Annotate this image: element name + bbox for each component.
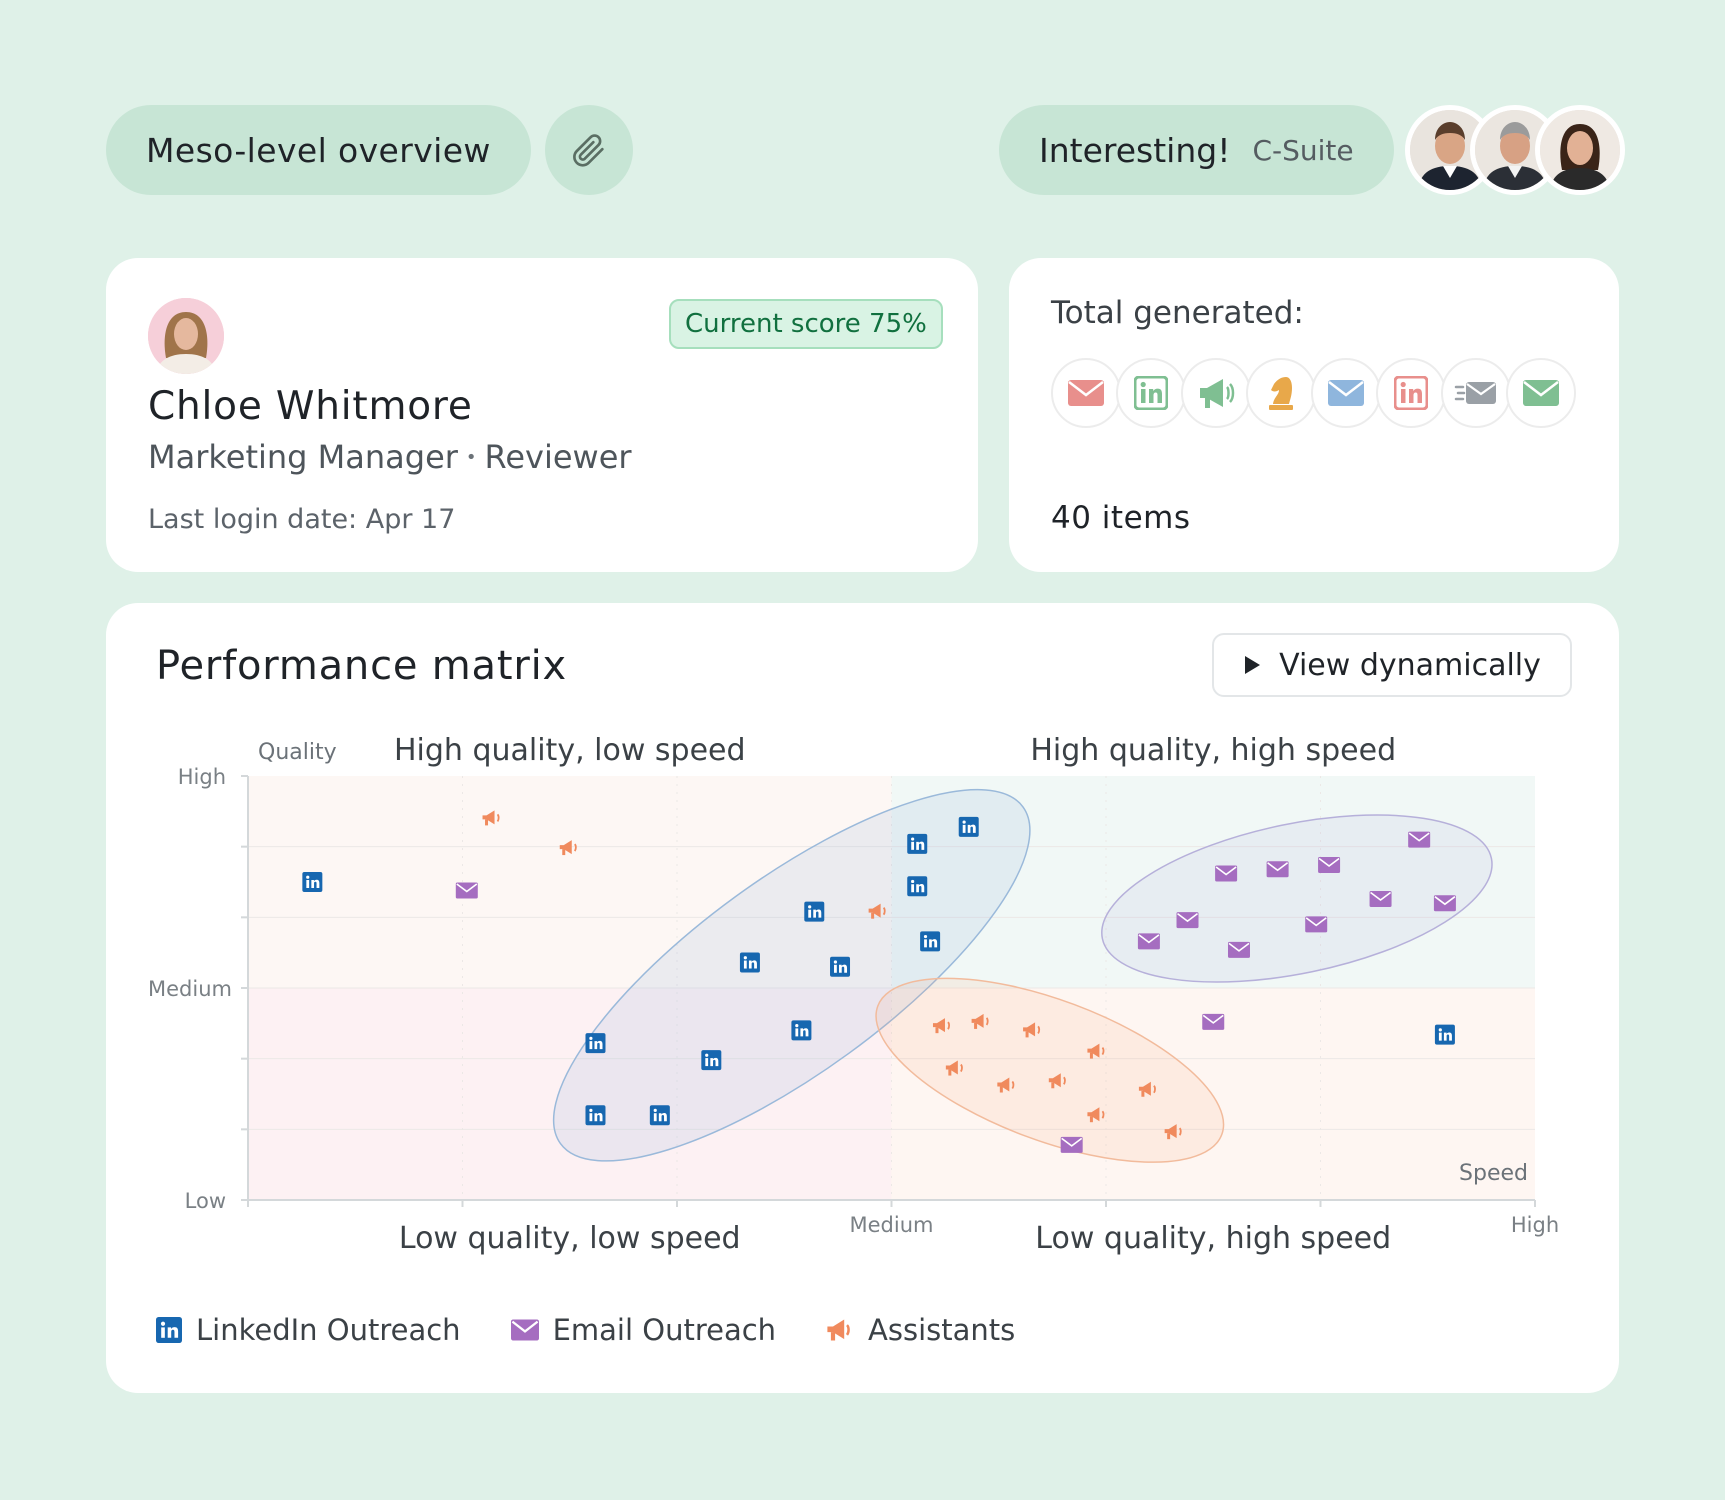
email-marker [1433,895,1456,912]
total-label: Total generated: [1051,295,1304,331]
legend-label: Assistants [868,1313,1016,1347]
linkedin-marker [907,876,928,897]
segment-label: C-Suite [1252,133,1354,167]
y-tick-label: High [178,765,226,789]
linkedin-marker [739,952,760,973]
email-marker [1202,1013,1225,1030]
quadrant-label: High quality, high speed [1030,733,1396,768]
interest-pill[interactable]: Interesting! C-Suite [999,105,1394,195]
paperclip-icon [573,134,604,167]
linkedin-marker [1434,1024,1455,1045]
quadrant-label: Low quality, low speed [399,1221,741,1256]
chess-knight-icon [1269,377,1293,410]
performance-matrix-chart: High Medium Low Medium High Quality Speed High … [148,733,1559,1256]
total-generated-card: Total generated: 40 items [1009,258,1619,572]
email-marker [1227,941,1250,958]
linkedin-marker [830,956,851,977]
megaphone-icon [827,1319,850,1341]
profile-card: Current score 75% Chloe Whitmore Marketi… [106,258,978,572]
email-marker [1215,865,1238,882]
email-marker [1060,1136,1083,1153]
legend-item-assistants[interactable]: Assistants [826,1313,1015,1347]
linkedin-marker [649,1105,670,1126]
linkedin-icon [1394,376,1428,410]
linkedin-marker [302,872,323,892]
megaphone-icon [1200,379,1235,408]
email-marker [1318,857,1341,874]
linkedin-marker [791,1020,812,1041]
mail-icon [1068,380,1104,406]
email-marker [455,882,478,899]
email-marker [1176,912,1199,929]
chart-legend: LinkedIn Outreach Email Outreach Assista… [156,1313,1015,1347]
interest-label: Interesting! [1039,130,1231,170]
y-axis-title: Quality [258,740,337,765]
mail-icon [510,1319,539,1341]
linkedin-marker [804,901,825,922]
channel-chip[interactable] [1506,358,1576,428]
attach-button[interactable] [545,105,633,195]
x-axis-title: Speed [1459,1161,1528,1186]
channel-chip[interactable] [1181,358,1251,428]
email-marker [1305,916,1328,933]
role-label: Marketing Manager [148,438,458,476]
quadrant-label: High quality, low speed [394,733,746,768]
email-marker [1266,861,1289,878]
profile-name: Chloe Whitmore [148,384,473,429]
role-separator: • [465,446,477,468]
mail-icon [1328,380,1364,406]
y-tick-label: Medium [148,977,232,1001]
x-tick-label: Medium [850,1213,934,1237]
linkedin-marker [585,1105,606,1126]
channel-chip[interactable] [1311,358,1381,428]
status-label: Reviewer [484,438,632,476]
email-marker [1369,890,1392,907]
legend-label: Email Outreach [552,1313,777,1347]
quadrant-label: Low quality, high speed [1035,1221,1391,1256]
legend-item-email[interactable]: Email Outreach [510,1313,777,1347]
y-tick-label: Low [185,1189,226,1213]
linkedin-icon [156,1317,182,1343]
overview-pill[interactable]: Meso-level overview [106,105,531,195]
channel-chip[interactable] [1116,358,1186,428]
channel-icon-row [1051,358,1611,428]
mail-icon [1523,380,1559,406]
avatar[interactable] [148,298,224,374]
last-login: Last login date: Apr 17 [148,504,456,535]
email-marker [1137,933,1160,950]
x-tick-label: High [1511,1213,1559,1237]
legend-label: LinkedIn Outreach [196,1313,461,1347]
linkedin-marker [701,1050,722,1071]
profile-role: Marketing Manager • Reviewer [148,438,632,476]
avatar[interactable] [1535,105,1625,195]
overview-label: Meso-level overview [146,130,491,170]
linkedin-marker [958,816,979,837]
channel-chip[interactable] [1051,358,1121,428]
email-marker [1408,831,1431,848]
linkedin-marker [920,931,941,952]
channel-chip[interactable] [1376,358,1446,428]
avatar-group[interactable] [1405,105,1630,195]
legend-item-linkedin[interactable]: LinkedIn Outreach [156,1313,461,1347]
items-count: 40 items [1051,500,1191,536]
linkedin-icon [1134,376,1168,410]
fast-mail-icon [1454,382,1496,404]
channel-chip[interactable] [1441,358,1511,428]
linkedin-marker [585,1033,606,1054]
score-badge: Current score 75% [669,299,943,349]
linkedin-marker [907,833,928,854]
performance-matrix-card: Performance matrix View dynamically High… [106,603,1619,1393]
channel-chip[interactable] [1246,358,1316,428]
